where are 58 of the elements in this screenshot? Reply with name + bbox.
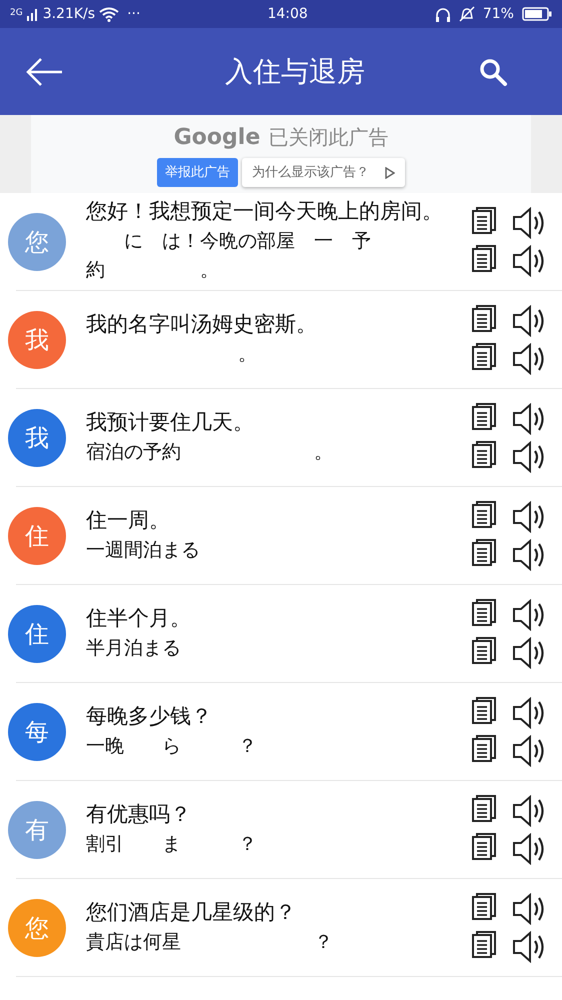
document-icon[interactable] xyxy=(472,538,498,566)
document-icon[interactable] xyxy=(472,342,498,370)
japanese-phrase: 。 xyxy=(237,342,258,366)
document-icon[interactable] xyxy=(472,636,498,664)
avatar: 住 xyxy=(8,604,66,662)
document-icon[interactable] xyxy=(472,832,498,860)
network-speed: 3.21K/s xyxy=(42,4,96,24)
japanese-phrase: 割引 ま ？ xyxy=(86,832,258,856)
chinese-phrase: 有优惠吗？ xyxy=(86,800,192,828)
back-icon[interactable] xyxy=(24,56,64,88)
chinese-phrase: 住半个月。 xyxy=(86,604,192,632)
document-icon[interactable] xyxy=(472,402,498,430)
document-icon[interactable] xyxy=(472,696,498,724)
document-icon[interactable] xyxy=(472,244,498,272)
page-title: 入住与退房 xyxy=(225,54,365,88)
ad-brand: Google xyxy=(174,124,260,152)
document-icon[interactable] xyxy=(472,500,498,528)
ad-closed-message: 已关闭此广告 xyxy=(268,124,388,151)
chinese-phrase: 我预计要住几天。 xyxy=(86,408,255,436)
network-label: 2G xyxy=(10,6,23,20)
bell-muted-icon xyxy=(458,6,475,22)
document-icon[interactable] xyxy=(472,598,498,626)
chinese-phrase: 您们酒店是几星级的？ xyxy=(86,898,297,926)
chinese-phrase: 我的名字叫汤姆史密斯。 xyxy=(86,310,318,338)
japanese-phrase: 貴店は何星 ？ xyxy=(86,930,334,954)
document-icon[interactable] xyxy=(472,304,498,332)
avatar: 我 xyxy=(8,408,66,466)
japanese-phrase: に は！今晩の部屋 一 予約 。 xyxy=(86,228,372,284)
why-ad-button[interactable]: 为什么显示该广告？ xyxy=(242,158,405,188)
battery-level: 71% xyxy=(482,4,514,24)
chinese-phrase: 您好！我想预定一间今天晚上的房间。 xyxy=(86,198,444,226)
wifi-icon xyxy=(99,6,120,22)
document-icon[interactable] xyxy=(472,794,498,822)
play-icon xyxy=(385,166,395,178)
signal-icon xyxy=(26,7,39,21)
document-icon[interactable] xyxy=(472,206,498,234)
japanese-phrase: 半月泊まる xyxy=(86,636,182,660)
document-icon[interactable] xyxy=(472,892,498,920)
search-icon[interactable] xyxy=(478,56,508,86)
more-indicator: ··· xyxy=(127,4,140,24)
japanese-phrase: 宿泊の予約 。 xyxy=(86,440,334,464)
avatar: 有 xyxy=(8,800,66,858)
japanese-phrase: 一晚 ら ？ xyxy=(86,734,258,758)
document-icon[interactable] xyxy=(472,734,498,762)
avatar: 住 xyxy=(8,506,66,564)
clock: 14:08 xyxy=(266,4,309,24)
avatar: 每 xyxy=(8,702,66,760)
avatar: 您 xyxy=(8,898,66,956)
document-icon[interactable] xyxy=(472,930,498,958)
avatar: 我 xyxy=(8,310,66,368)
chinese-phrase: 住一周。 xyxy=(86,506,171,534)
avatar: 您 xyxy=(8,212,66,270)
battery-icon xyxy=(522,7,552,21)
headphones-icon xyxy=(434,6,451,22)
japanese-phrase: 一週間泊まる xyxy=(86,538,201,562)
report-ad-button[interactable]: 举报此广告 xyxy=(157,158,238,188)
document-icon[interactable] xyxy=(472,440,498,468)
chinese-phrase: 每晚多少钱？ xyxy=(86,702,213,730)
